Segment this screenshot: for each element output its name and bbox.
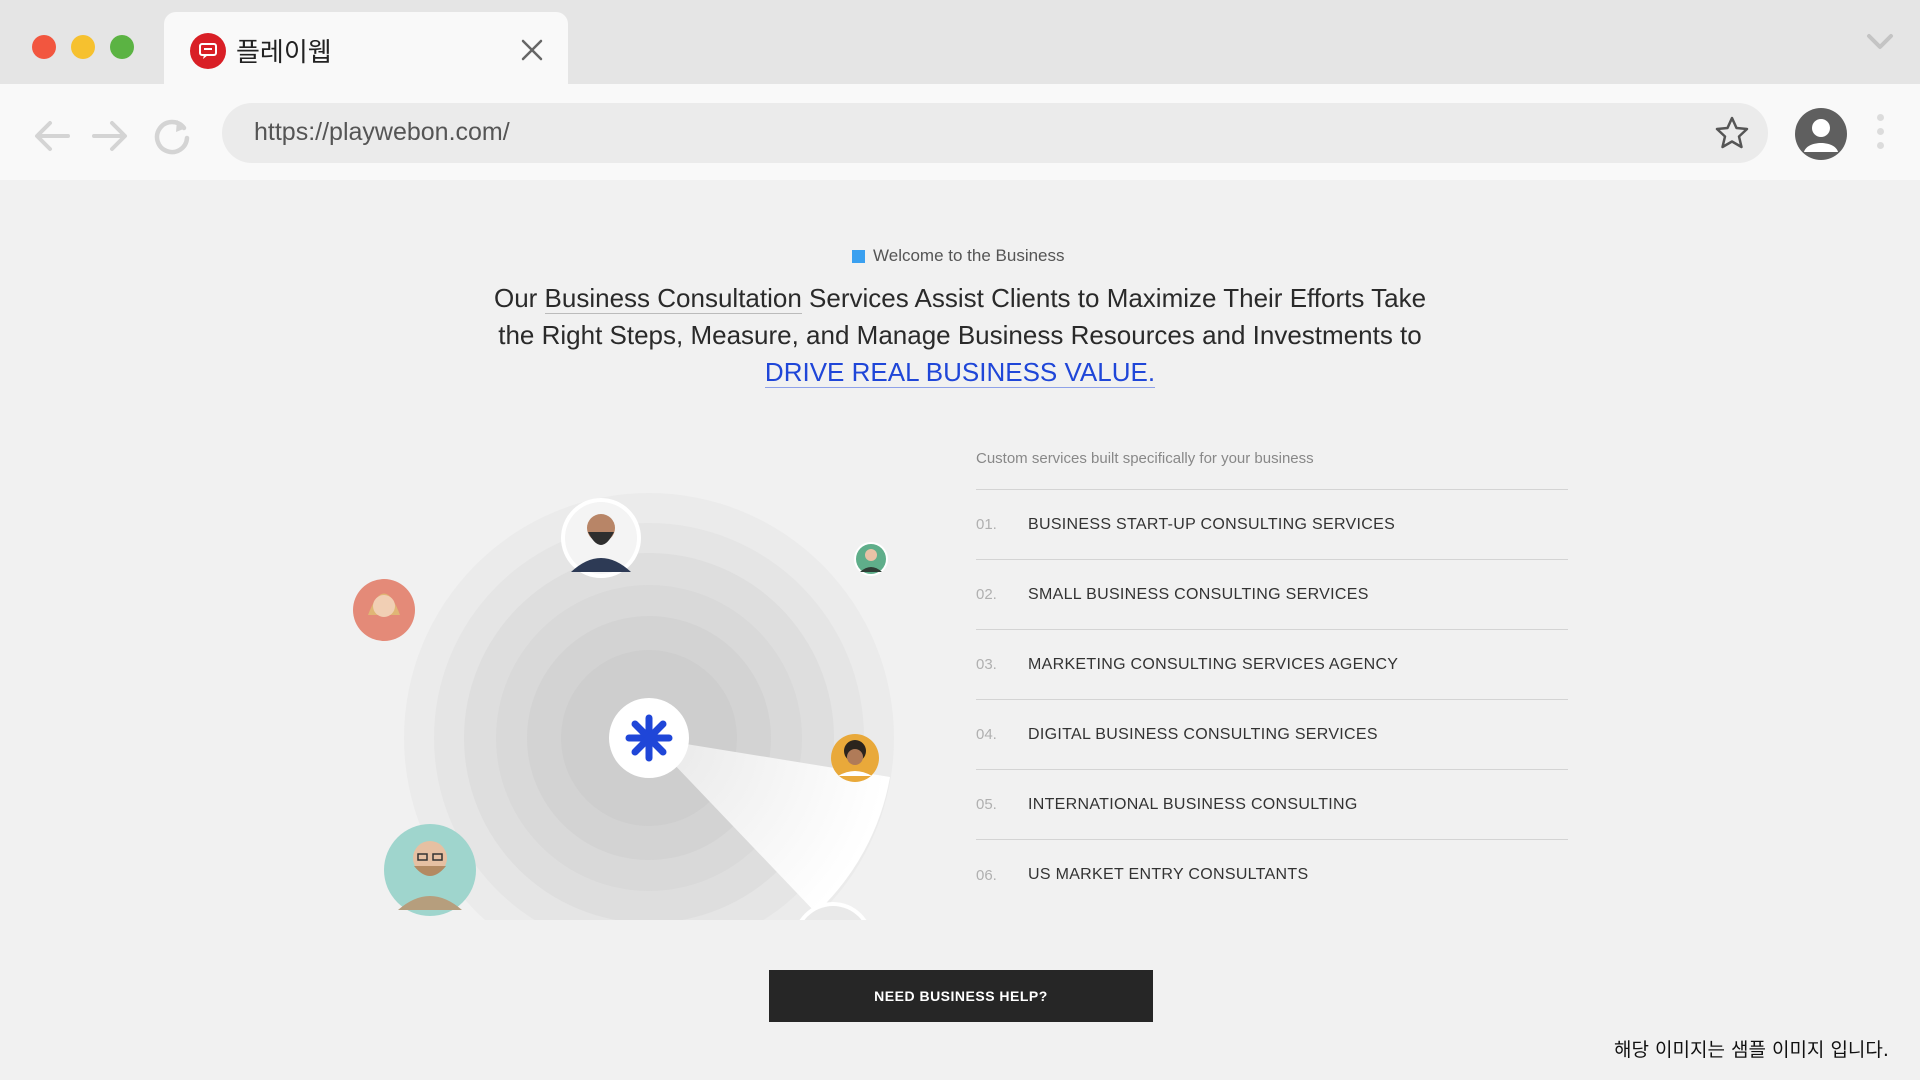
service-item[interactable]: 01. BUSINESS START-UP CONSULTING SERVICE… [976, 490, 1568, 560]
asterisk-logo-icon [625, 714, 673, 762]
service-item[interactable]: 05. INTERNATIONAL BUSINESS CONSULTING [976, 770, 1568, 840]
eyebrow-square-icon [852, 249, 865, 263]
service-number: 01. [976, 516, 997, 533]
service-item[interactable]: 04. DIGITAL BUSINESS CONSULTING SERVICES [976, 700, 1568, 770]
service-label[interactable]: US MARKET ENTRY CONSULTANTS [1028, 866, 1308, 884]
window-maximize-button[interactable] [110, 35, 134, 59]
service-label[interactable]: MARKETING CONSULTING SERVICES AGENCY [1028, 656, 1398, 674]
reload-icon[interactable] [150, 114, 194, 158]
address-bar[interactable]: https://playwebon.com/ [222, 103, 1768, 163]
tab-title: 플레이웹 [236, 38, 332, 68]
service-label[interactable]: INTERNATIONAL BUSINESS CONSULTING [1028, 796, 1358, 814]
service-number: 02. [976, 586, 997, 603]
service-number: 06. [976, 866, 997, 884]
avatar-curly-man [831, 734, 879, 782]
business-consultation-link[interactable]: Business Consultation [544, 283, 802, 314]
services-list: Custom services built specifically for y… [976, 450, 1568, 910]
bookmark-star-icon[interactable] [1714, 115, 1750, 151]
hero-headline: Our Business Consultation Services Assis… [490, 280, 1430, 391]
need-help-button[interactable]: NEED BUSINESS HELP? [769, 970, 1153, 1022]
window-minimize-button[interactable] [71, 35, 95, 59]
chevron-down-icon[interactable] [1864, 30, 1896, 54]
browser-menu-icon[interactable] [1874, 114, 1886, 154]
service-label[interactable]: DIGITAL BUSINESS CONSULTING SERVICES [1028, 726, 1378, 744]
service-item[interactable]: 02. SMALL BUSINESS CONSULTING SERVICES [976, 560, 1568, 630]
service-number: 04. [976, 726, 997, 743]
browser-tab-active[interactable]: 플레이웹 [164, 12, 568, 84]
forward-arrow-icon[interactable] [88, 114, 132, 158]
sample-image-notice: 해당 이미지는 샘플 이미지 입니다. [1614, 1039, 1889, 1061]
eyebrow: Welcome to the Business [852, 246, 1065, 266]
services-caption: Custom services built specifically for y… [976, 450, 1568, 490]
page-content: Welcome to the Business Our Business Con… [0, 180, 1920, 1080]
service-number: 05. [976, 796, 997, 813]
service-item[interactable]: 03. MARKETING CONSULTING SERVICES AGENCY [976, 630, 1568, 700]
eyebrow-label: Welcome to the Business [873, 246, 1065, 265]
site-favicon-icon [190, 33, 226, 69]
service-item[interactable]: 06. US MARKET ENTRY CONSULTANTS [976, 840, 1568, 910]
avatar-glasses-man [384, 824, 476, 916]
browser-toolbar: https://playwebon.com/ [0, 84, 1920, 180]
service-label[interactable]: BUSINESS START-UP CONSULTING SERVICES [1028, 516, 1395, 534]
avatar-young-man-small [854, 542, 888, 576]
avatar-bearded-man [561, 498, 641, 578]
service-label[interactable]: SMALL BUSINESS CONSULTING SERVICES [1028, 586, 1369, 604]
url-text[interactable]: https://playwebon.com/ [254, 118, 510, 147]
close-tab-icon[interactable] [516, 34, 548, 66]
back-arrow-icon[interactable] [30, 114, 74, 158]
avatar-woman-blonde [353, 579, 415, 641]
drive-value-link[interactable]: DRIVE REAL BUSINESS VALUE. [764, 357, 1156, 388]
profile-avatar-icon[interactable] [1795, 108, 1847, 160]
browser-tab-bar: 플레이웹 [0, 0, 1920, 84]
service-number: 03. [976, 656, 997, 673]
consultant-orbit-illustration [353, 493, 894, 920]
window-close-button[interactable] [32, 35, 56, 59]
headline-text: Our [493, 283, 545, 313]
